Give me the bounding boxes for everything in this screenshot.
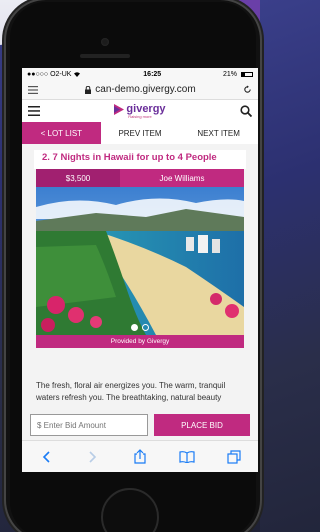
bookmarks-button[interactable] xyxy=(179,449,195,465)
search-icon[interactable] xyxy=(240,105,252,117)
browser-toolbar xyxy=(22,440,258,472)
share-icon xyxy=(134,449,146,464)
battery-icon xyxy=(241,71,253,77)
provided-by: Provided by Givergy xyxy=(36,335,244,348)
chevron-right-icon xyxy=(89,450,96,463)
carousel-dot-1[interactable] xyxy=(131,324,138,331)
home-button[interactable] xyxy=(101,488,159,532)
hamburger-menu-icon[interactable] xyxy=(28,106,40,116)
logo-tagline: Raising more xyxy=(128,114,152,119)
lot-list-button[interactable]: < LOT LIST xyxy=(22,122,101,144)
lot-image-carousel[interactable] xyxy=(36,187,244,335)
logo-mark-icon xyxy=(114,103,125,115)
reader-icon[interactable] xyxy=(28,85,38,94)
bid-bar: PLACE BID xyxy=(22,410,258,440)
clock: 16:25 xyxy=(143,70,162,78)
carrier-label: ●●○○○ O2-UK xyxy=(27,70,72,78)
carousel-dot-2[interactable] xyxy=(142,324,149,331)
hawaii-beach-photo xyxy=(36,187,244,335)
lot-detail: 2. 7 Nights in Hawaii for up to 4 People… xyxy=(22,144,258,370)
givergy-logo[interactable]: givergy Raising more xyxy=(114,103,166,119)
lot-summary: $3,500 Joe Williams xyxy=(36,169,244,187)
lot-description: The fresh, floral air energizes you. The… xyxy=(22,370,258,410)
lot-navigation: < LOT LIST PREV ITEM NEXT ITEM xyxy=(22,122,258,144)
tabs-button[interactable] xyxy=(226,449,242,465)
prev-item-button[interactable]: PREV ITEM xyxy=(101,122,180,144)
carousel-dots xyxy=(131,324,149,331)
lot-title: 2. 7 Nights in Hawaii for up to 4 People xyxy=(34,150,246,169)
url-text: can-demo.givergy.com xyxy=(95,84,196,95)
reload-icon[interactable] xyxy=(243,85,252,94)
bid-amount-input[interactable] xyxy=(30,414,148,436)
speaker xyxy=(80,54,130,58)
forward-button[interactable] xyxy=(85,449,101,465)
battery-percent: 21% xyxy=(222,70,237,78)
lock-icon xyxy=(85,85,92,94)
site-header: givergy Raising more xyxy=(22,100,258,122)
camera xyxy=(101,38,109,46)
share-button[interactable] xyxy=(132,449,148,465)
place-bid-button[interactable]: PLACE BID xyxy=(154,414,250,436)
lot-price: $3,500 xyxy=(36,169,120,187)
next-item-button[interactable]: NEXT ITEM xyxy=(179,122,258,144)
phone-screen: ●●○○○ O2-UK 16:25 21% can-demo.givergy.c… xyxy=(22,68,258,472)
tabs-icon xyxy=(227,449,241,464)
back-button[interactable] xyxy=(38,449,54,465)
address-bar[interactable]: can-demo.givergy.com xyxy=(22,80,258,100)
wifi-icon xyxy=(74,72,81,77)
lot-donor: Joe Williams xyxy=(120,169,244,187)
status-bar: ●●○○○ O2-UK 16:25 21% xyxy=(22,68,258,80)
chevron-left-icon xyxy=(42,450,50,463)
book-icon xyxy=(179,450,195,463)
